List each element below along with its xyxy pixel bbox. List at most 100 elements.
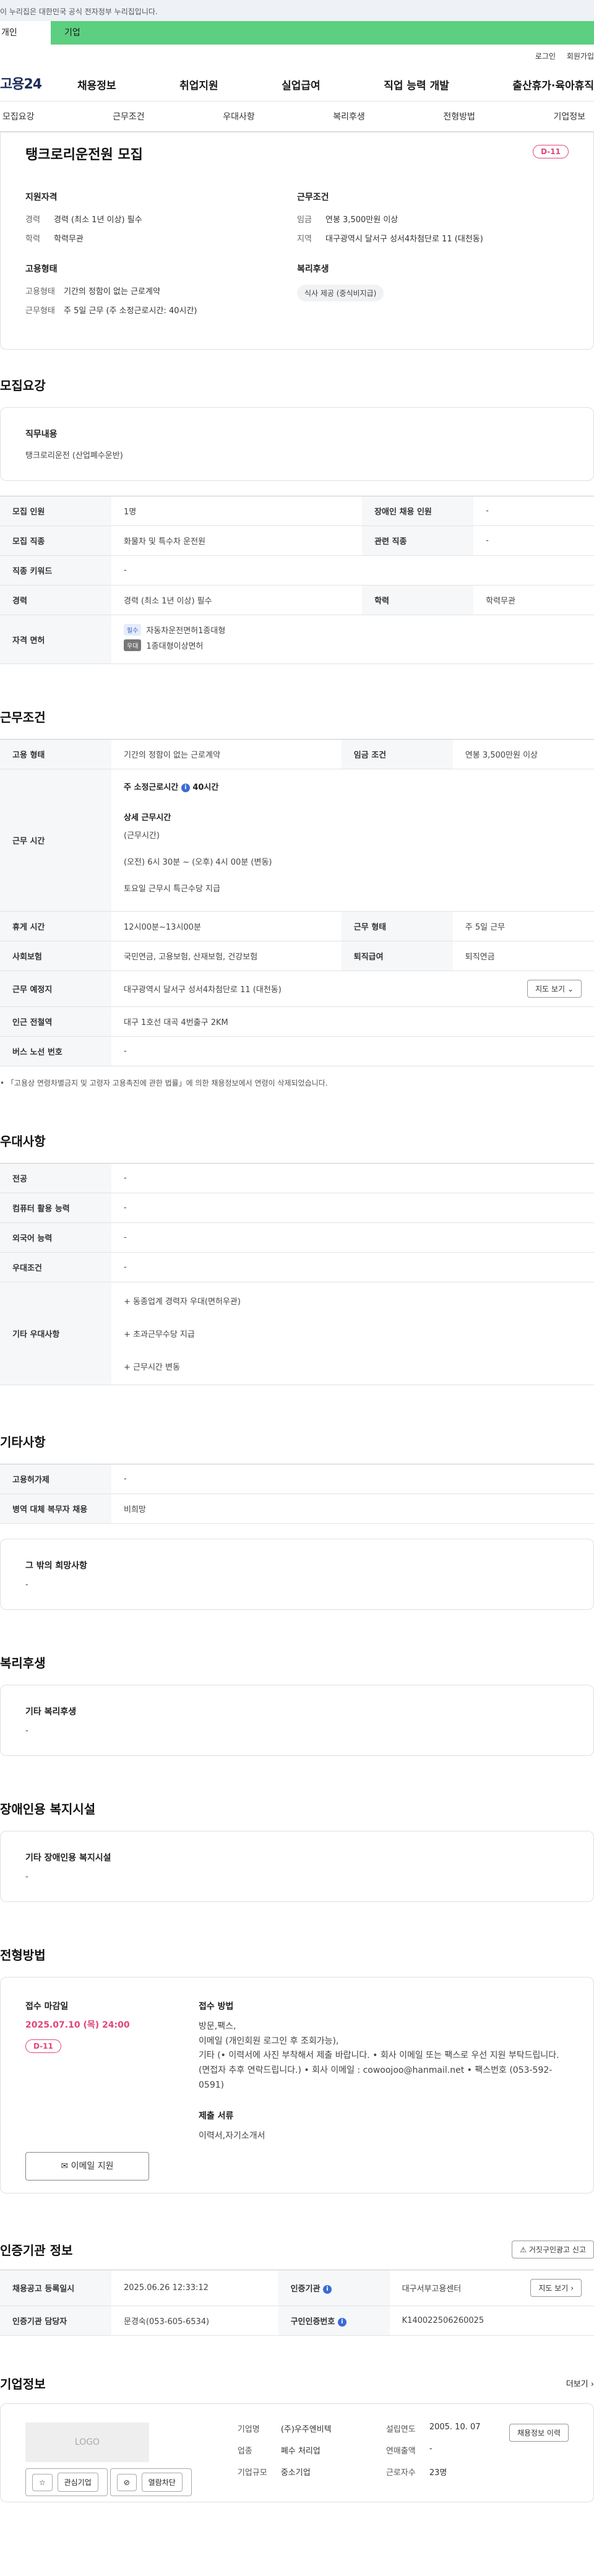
login-link[interactable]: 로그인 bbox=[535, 52, 556, 61]
info-icon[interactable]: i bbox=[181, 783, 190, 792]
nav-item-parental-leave[interactable]: 출산휴가·육아휴직 bbox=[512, 77, 594, 92]
industry-value: 폐수 처리업 bbox=[280, 2447, 321, 2456]
chevron-right-icon: › bbox=[570, 2284, 574, 2293]
map-button[interactable]: 지도 보기 ⌄ bbox=[527, 980, 582, 998]
utility-bar: 로그인 회원가입 bbox=[0, 45, 594, 64]
info-icon[interactable]: i bbox=[322, 2284, 332, 2294]
keyword-value: - bbox=[111, 555, 594, 586]
tab-work-conditions[interactable]: 근무조건 bbox=[110, 110, 147, 123]
company-title: 기업정보 bbox=[0, 2377, 46, 2392]
region-value: 대구광역시 달서구 성서4차첨단로 11 (대천동) bbox=[325, 235, 483, 244]
deadline-heading: 접수 마감일 bbox=[25, 2002, 69, 2012]
welfare-box: 기타 복리후생 - bbox=[0, 1685, 594, 1756]
cert-num-value: K140022506260025 bbox=[389, 2306, 594, 2336]
company-size-value: 중소기업 bbox=[280, 2468, 311, 2478]
established-label: 설립연도 bbox=[385, 2425, 416, 2434]
education-label: 학력 bbox=[362, 585, 474, 615]
chevron-right-icon: › bbox=[590, 2380, 594, 2389]
tab-person[interactable]: 개인 bbox=[0, 21, 51, 45]
tab-selection[interactable]: 전형방법 bbox=[441, 110, 478, 123]
recruit-title: 모집요강 bbox=[0, 378, 46, 393]
career-value: 경력 (최소 1년 이상) 필수 bbox=[54, 215, 142, 225]
main-nav: 고용24 채용정보 취업지원 실업급여 직업 능력 개발 출산휴가·육아휴직 bbox=[0, 64, 594, 102]
agency-map-button[interactable]: 지도 보기 › bbox=[530, 2279, 582, 2297]
table-row: 인증기관 담당자 문경숙(053-605-6534) 구인인증번호 i K14002… bbox=[0, 2306, 594, 2336]
detail-line: 토요일 근무시 특근수당 지급 bbox=[124, 884, 220, 894]
nav-item-unemployment-benefit[interactable]: 실업급여 bbox=[282, 77, 321, 92]
other-pref-line: + 근무시간 변동 bbox=[124, 1363, 180, 1372]
table-row: 근무 예정지 대구광역시 달서구 성서4차첨단로 11 (대천동) 지도 보기 ⌄ bbox=[0, 970, 594, 1007]
section-tabs: 모집요강 근무조건 우대사항 복리후생 전형방법 기업정보 bbox=[0, 102, 594, 132]
emp-type-label: 고용형태 bbox=[25, 287, 55, 296]
nav-item-employment-support[interactable]: 취업지원 bbox=[179, 77, 218, 92]
more-link[interactable]: 더보기 › bbox=[566, 2377, 594, 2389]
language-value: - bbox=[111, 1222, 594, 1253]
education-label: 학력 bbox=[25, 235, 40, 244]
table-row: 버스 노선 번호 - bbox=[0, 1036, 594, 1066]
dday-badge: D-11 bbox=[25, 2039, 61, 2053]
employment-heading: 고용형태 bbox=[25, 264, 58, 274]
other-pref-label: 기타 우대사항 bbox=[0, 1282, 111, 1385]
duty-box: 직무내용 탱크로리운전 (산업폐수운반) bbox=[0, 407, 594, 481]
nav-item-jobs[interactable]: 채용정보 bbox=[77, 77, 116, 92]
tab-welfare[interactable]: 복리후생 bbox=[330, 110, 368, 123]
welfare-box-value: - bbox=[25, 1726, 28, 1735]
insurance-label: 사회보험 bbox=[0, 941, 111, 971]
agency-value: 대구서부고용센터 bbox=[402, 2284, 462, 2294]
signup-link[interactable]: 회원가입 bbox=[567, 52, 594, 61]
wage-label: 임금 조건 bbox=[341, 739, 453, 769]
favorite-company-button[interactable]: ☆ 관심기업 bbox=[25, 2468, 108, 2496]
tab-company-info[interactable]: 기업정보 bbox=[551, 110, 588, 123]
license-name: 자동차운전면허1종대형 bbox=[146, 626, 226, 636]
site-logo[interactable]: 고용24 bbox=[0, 73, 42, 93]
tab-recruit[interactable]: 모집요강 bbox=[0, 110, 37, 123]
severance-value: 퇴직연금 bbox=[452, 941, 594, 971]
job-title: 탱크로리운전원 모집 bbox=[25, 147, 143, 163]
tab-preferences[interactable]: 우대사항 bbox=[220, 110, 257, 123]
related-job-value: - bbox=[473, 525, 594, 556]
employees-value: 23명 bbox=[429, 2468, 447, 2478]
work-time-label: 근무 시간 bbox=[0, 769, 111, 912]
apply-box: 접수 마감일 2025.07.10 (목) 24:00 D-11 ✉ 이메일 지… bbox=[0, 1977, 594, 2193]
manager-label: 인증기관 담당자 bbox=[0, 2306, 111, 2336]
chevron-down-icon: ⌄ bbox=[567, 985, 574, 993]
map-button-label: 지도 보기 bbox=[535, 985, 566, 993]
table-row: 우대조건 - bbox=[0, 1252, 594, 1282]
report-ad-button[interactable]: ⚠ 거짓구인광고 신고 bbox=[512, 2241, 594, 2258]
company-logo: LOGO bbox=[25, 2423, 149, 2462]
table-row: 외국어 능력 - bbox=[0, 1222, 594, 1253]
recruit-section: 모집요강 직무내용 탱크로리운전 (산업폐수운반) 모집 인원 1명 장애인 채용… bbox=[0, 350, 594, 664]
disability-section: 장애인용 복지시설 기타 장애인용 복지시설 - bbox=[0, 1771, 594, 1902]
tab-company[interactable]: 기업 bbox=[51, 21, 594, 45]
duty-heading: 직무내용 bbox=[25, 430, 58, 439]
selection-section: 전형방법 접수 마감일 2025.07.10 (목) 24:00 D-11 ✉ … bbox=[0, 1917, 594, 2193]
emp-type-label: 고용 형태 bbox=[0, 739, 111, 769]
weekly-hours-label: 주 소정근로시간 bbox=[124, 783, 179, 792]
table-row: 자격 면허 필수 자동차운전면허1종대형 우대 1종대형이상면허 bbox=[0, 615, 594, 664]
table-row: 병역 대체 복무자 채용 비희망 bbox=[0, 1493, 594, 1524]
cert-num-label: 구인인증번호 bbox=[290, 2317, 335, 2327]
email-apply-button[interactable]: ✉ 이메일 지원 bbox=[25, 2152, 149, 2181]
disability-box: 기타 장애인용 복지시설 - bbox=[0, 1831, 594, 1902]
work-title: 근무조건 bbox=[0, 710, 46, 725]
emp-type-value: 기간의 정함이 없는 근로계약 bbox=[64, 287, 160, 296]
career-label: 경력 bbox=[0, 585, 111, 615]
language-label: 외국어 능력 bbox=[0, 1222, 111, 1253]
education-value: 학력무관 bbox=[54, 235, 84, 244]
etc-section: 기타사항 고용허가제 - 병역 대체 복무자 채용 비희망 그 밖의 희망사항 - bbox=[0, 1385, 594, 1610]
etc-title: 기타사항 bbox=[0, 1435, 46, 1450]
preference-table: 전공 - 컴퓨터 활용 능력 - 외국어 능력 - 우대조건 - 기타 우대사항 + 동… bbox=[0, 1163, 594, 1385]
job-history-button[interactable]: 채용정보 이력 bbox=[509, 2424, 569, 2442]
etc-table: 고용허가제 - 병역 대체 복무자 채용 비희망 bbox=[0, 1464, 594, 1524]
revenue-value: - bbox=[429, 2444, 433, 2453]
table-row: 인근 전철역 대구 1호선 대곡 4번출구 2KM bbox=[0, 1006, 594, 1037]
work-form-label: 근무형태 bbox=[25, 306, 55, 316]
block-view-button[interactable]: ⊘ 열람차단 bbox=[110, 2468, 192, 2496]
welfare-title: 복리후생 bbox=[0, 1656, 46, 1671]
bus-label: 버스 노선 번호 bbox=[0, 1036, 111, 1066]
employees-label: 근로자수 bbox=[385, 2468, 416, 2478]
table-row: 직종 키워드 - bbox=[0, 555, 594, 586]
nav-item-training[interactable]: 직업 능력 개발 bbox=[384, 77, 449, 92]
related-job-label: 관련 직종 bbox=[362, 525, 474, 556]
info-icon[interactable]: i bbox=[337, 2317, 346, 2327]
